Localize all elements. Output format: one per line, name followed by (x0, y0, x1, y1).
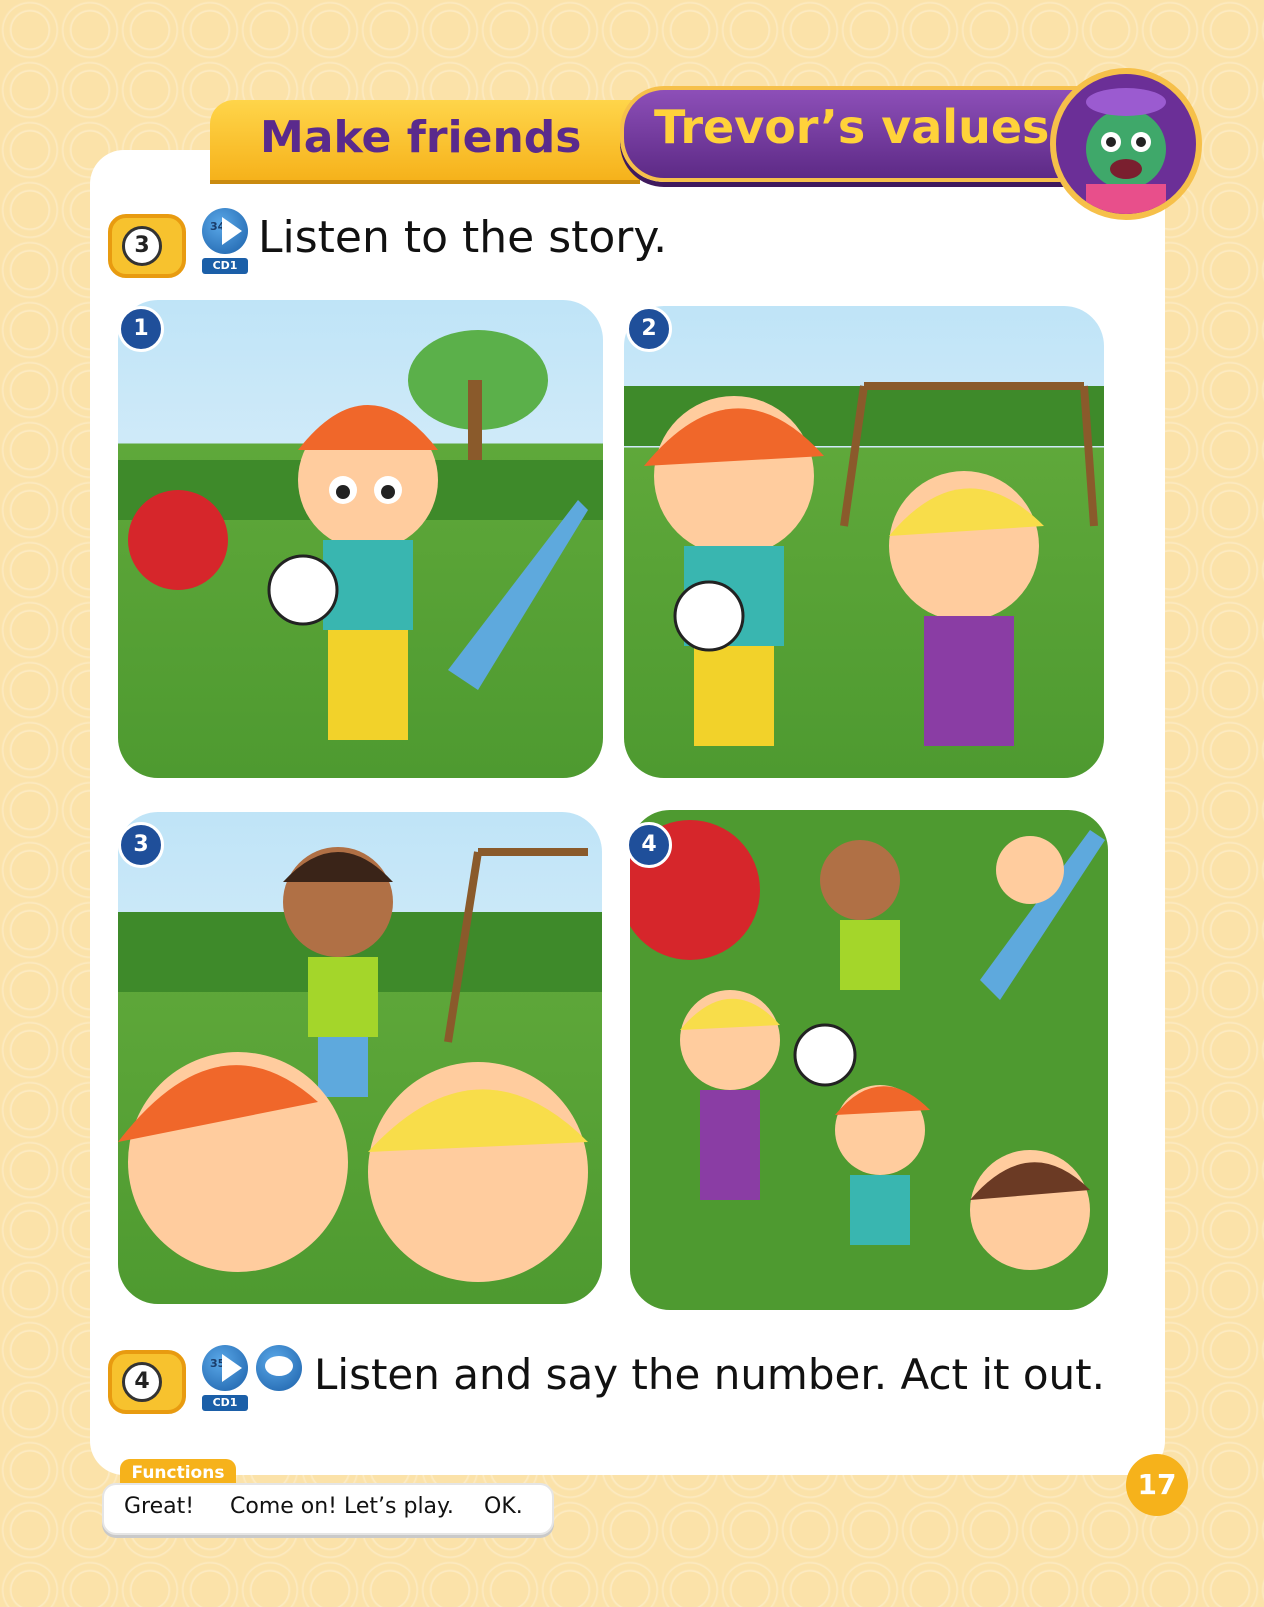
make-friends-tab: Make friends (210, 100, 640, 180)
play-icon (222, 217, 242, 245)
activity-4-badge: 4 (108, 1350, 186, 1414)
function-phrase-1: Great! (124, 1494, 195, 1519)
page-number: 17 (1126, 1454, 1188, 1516)
activity-4-instruction: Listen and say the number. Act it out. (314, 1350, 1105, 1399)
story-panel-3 (118, 812, 602, 1304)
function-phrase-2: Come on! Let’s play. (230, 1494, 454, 1519)
make-friends-label: Make friends (260, 112, 582, 163)
audio-track-35-icon[interactable]: 35 (202, 1345, 248, 1391)
audio-track-34-icon[interactable]: 34 (202, 208, 248, 254)
function-phrase-3: OK. (484, 1494, 523, 1519)
story-panel-2 (624, 306, 1104, 778)
cd-label: CD1 (202, 1395, 248, 1411)
activity-4-number: 4 (122, 1362, 162, 1402)
activity-3-number: 3 (122, 226, 162, 266)
cd-label: CD1 (202, 258, 248, 274)
speech-bubble-icon (256, 1345, 302, 1391)
trevor-mascot-icon (1050, 68, 1202, 220)
functions-box: Great! Come on! Let’s play. OK. (102, 1483, 554, 1535)
story-panel-1 (118, 300, 603, 778)
play-icon (222, 1354, 242, 1382)
panel-4-number: 4 (626, 822, 672, 868)
panel-2-number: 2 (626, 306, 672, 352)
panel-3-number: 3 (118, 822, 164, 868)
story-panel-4 (630, 810, 1108, 1310)
activity-3-badge: 3 (108, 214, 186, 278)
bubble-shape (265, 1356, 293, 1376)
activity-3-instruction: Listen to the story. (258, 212, 668, 263)
trevors-values-label: Trevor’s values (654, 100, 1050, 154)
trevors-values-tab: Trevor’s values (620, 86, 1098, 182)
panel-1-number: 1 (118, 306, 164, 352)
